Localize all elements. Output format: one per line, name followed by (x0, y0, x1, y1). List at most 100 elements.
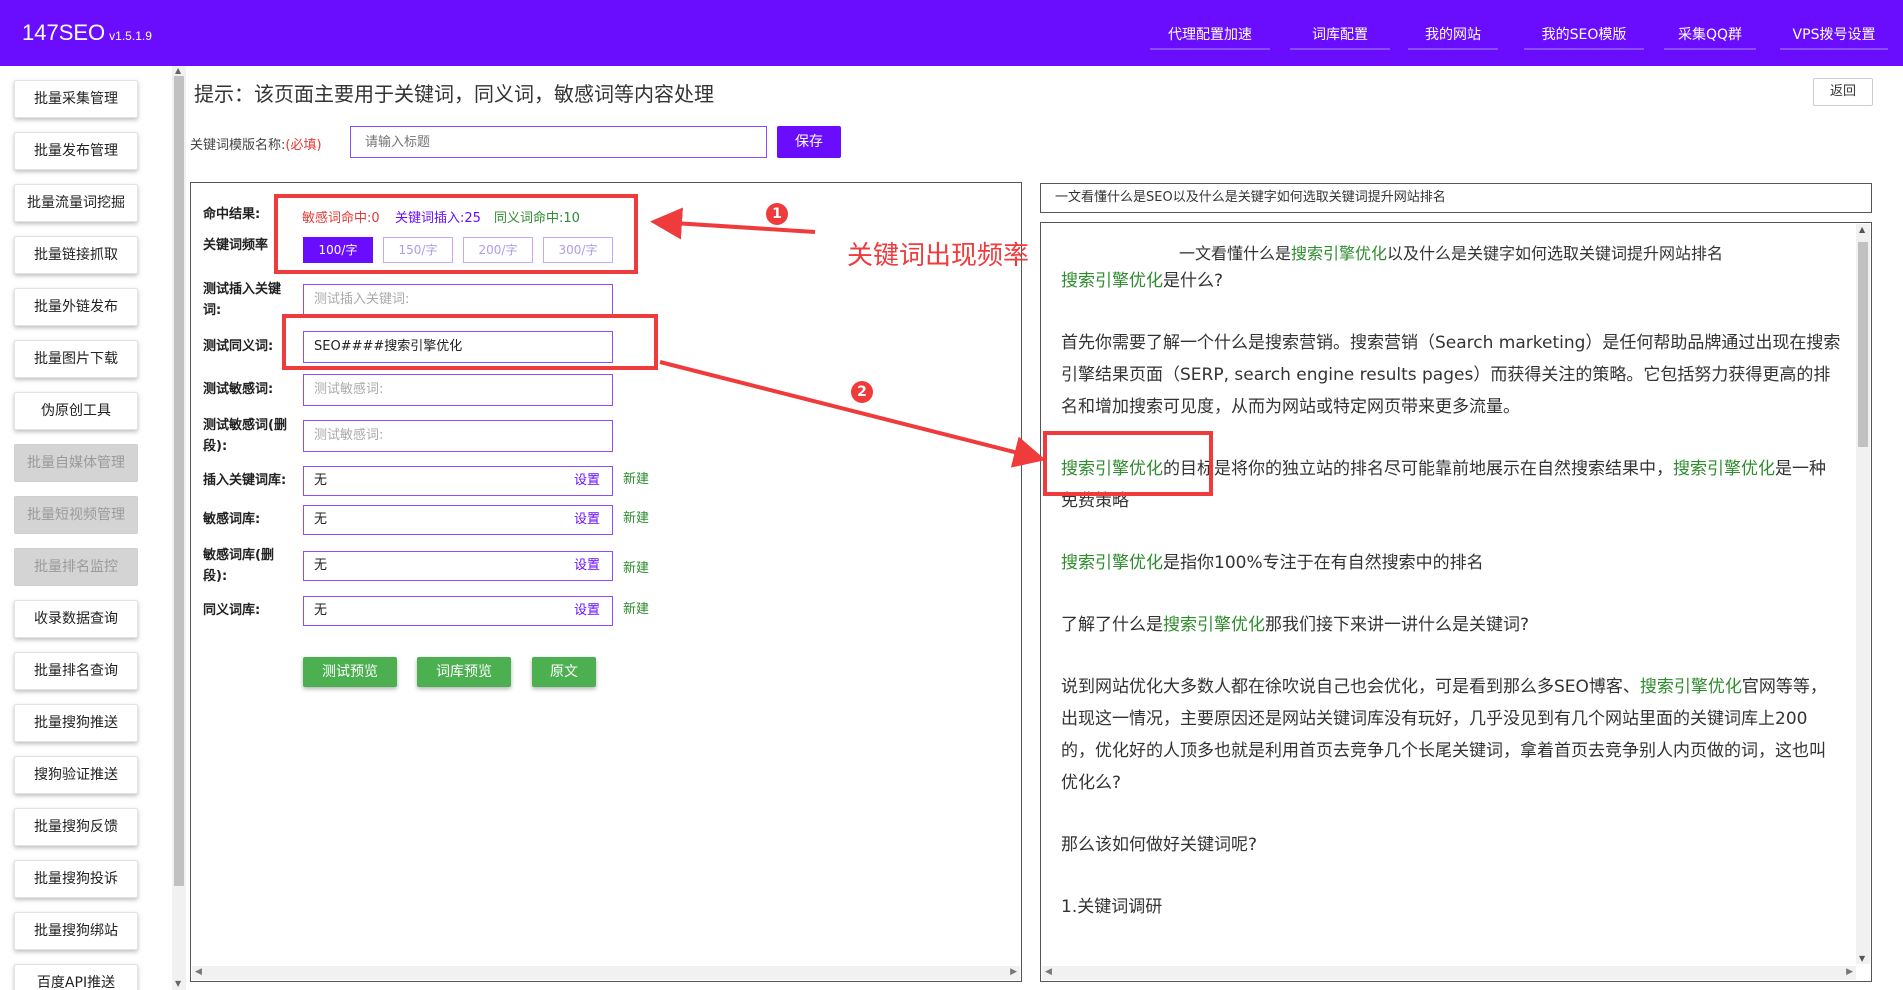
sidebar-item-batch-collect[interactable]: 批量采集管理 (14, 80, 138, 118)
sensitive-lib-new-link[interactable]: 新建 (623, 507, 649, 526)
article-hscrollbar[interactable]: ◀ ▶ (1042, 966, 1856, 980)
sidebar-item-batch-publish[interactable]: 批量发布管理 (14, 132, 138, 170)
test-preview-button[interactable]: 测试预览 (303, 657, 397, 687)
article-preview-panel: 一文看懂什么是搜索引擎优化以及什么是关键字如何选取关键词提升网站排名 搜索引擎优… (1040, 222, 1872, 982)
sensitive-lib-label: 敏感词库: (203, 512, 261, 527)
synonym-lib-set-link[interactable]: 设置 (574, 597, 600, 625)
sidebar-item-image-download[interactable]: 批量图片下载 (14, 340, 138, 378)
sensitive-lib-select[interactable]: 无 设置 (303, 505, 613, 535)
sidebar-item-index-query[interactable]: 收录数据查询 (14, 600, 138, 638)
article-heading: 一文看懂什么是搜索引擎优化以及什么是关键字如何选取关键词提升网站排名 (1061, 243, 1841, 265)
annotation-box-test-synonym (282, 314, 658, 370)
insert-keyword-lib-set-link[interactable]: 设置 (574, 467, 600, 495)
sensitive-del-lib-new-link[interactable]: 新建 (623, 557, 649, 576)
article-paragraph: 搜索引擎优化是指你100%专注于在有自然搜索中的排名 (1061, 547, 1841, 579)
nav-qq-group[interactable]: 采集QQ群 (1664, 24, 1756, 50)
sidebar-item-baidu-api-push[interactable]: 百度API推送 (14, 964, 138, 990)
nav-lexicon-config[interactable]: 词库配置 (1290, 24, 1390, 50)
sidebar-item-sogou-bind[interactable]: 批量搜狗绑站 (14, 912, 138, 950)
test-sensitive-label: 测试敏感词: (203, 382, 274, 397)
test-insert-keyword-label: 测试插入关键词: (203, 282, 282, 318)
test-synonym-label: 测试同义词: (203, 339, 274, 354)
top-bar: 147SEO v1.5.1.9 代理配置加速 词库配置 我的网站 我的SEO模版 … (0, 0, 1903, 66)
sensitive-lib-set-link[interactable]: 设置 (574, 506, 600, 534)
sidebar-item-rank-query[interactable]: 批量排名查询 (14, 652, 138, 690)
app-name: 147SEO (22, 20, 106, 45)
nav-my-seo-templates[interactable]: 我的SEO模版 (1524, 24, 1644, 50)
form-panel-hscrollbar[interactable]: ◀ ▶ (192, 966, 1020, 980)
back-button[interactable]: 返回 (1813, 78, 1873, 106)
sidebar-scrollbar[interactable]: ▲ ▼ (172, 66, 186, 990)
sidebar-item-link-crawl[interactable]: 批量链接抓取 (14, 236, 138, 274)
test-sensitive-input[interactable]: 测试敏感词: (303, 374, 613, 406)
annotation-box-synonym-result (1043, 431, 1213, 496)
sidebar-item-short-video: 批量短视频管理 (14, 496, 138, 534)
scroll-left-icon[interactable]: ◀ (195, 967, 202, 977)
test-sensitive-del-label: 测试敏感词(删段): (203, 418, 287, 454)
synonym-highlight: 搜索引擎优化 (1639, 677, 1742, 697)
article-title-box: 一文看懂什么是SEO以及什么是关键字如何选取关键词提升网站排名 (1040, 183, 1872, 213)
sidebar-item-traffic-mining[interactable]: 批量流量词挖掘 (14, 184, 138, 222)
save-button[interactable]: 保存 (777, 126, 841, 158)
sidebar-item-sogou-verify-push[interactable]: 搜狗验证推送 (14, 756, 138, 794)
page-tip: 提示：该页面主要用于关键词，同义词，敏感词等内容处理 (194, 82, 714, 106)
test-insert-keyword-input[interactable]: 测试插入关键词: (303, 284, 613, 316)
test-sensitive-del-input[interactable]: 测试敏感词: (303, 420, 613, 452)
synonym-lib-value: 无 (314, 603, 328, 618)
scroll-right-icon[interactable]: ▶ (1010, 967, 1017, 977)
nav-my-sites[interactable]: 我的网站 (1408, 24, 1498, 50)
paragraph-text: 是什么? (1163, 271, 1224, 291)
nav-proxy-config[interactable]: 代理配置加速 (1150, 24, 1270, 50)
insert-keyword-lib-select[interactable]: 无 设置 (303, 466, 613, 496)
sensitive-del-lib-select[interactable]: 无 设置 (303, 551, 613, 581)
scroll-left-icon[interactable]: ◀ (1045, 967, 1052, 977)
sensitive-lib-value: 无 (314, 512, 328, 527)
scroll-up-icon[interactable]: ▲ (1859, 225, 1865, 234)
article-paragraph: 首先你需要了解一个什么是搜索营销。搜索营销（Search marketing）是… (1061, 333, 1841, 417)
required-mark: (必填) (285, 138, 322, 153)
scroll-right-icon[interactable]: ▶ (1846, 967, 1853, 977)
sidebar-item-self-media: 批量自媒体管理 (14, 444, 138, 482)
synonym-lib-select[interactable]: 无 设置 (303, 596, 613, 626)
scroll-down-icon[interactable]: ▼ (175, 979, 181, 988)
sidebar-item-sogou-push[interactable]: 批量搜狗推送 (14, 704, 138, 742)
app-version: v1.5.1.9 (109, 29, 152, 43)
synonym-lib-new-link[interactable]: 新建 (623, 598, 649, 617)
synonym-highlight: 搜索引擎优化 (1061, 271, 1163, 291)
article-vscrollbar[interactable]: ▲ ▼ (1856, 224, 1870, 964)
paragraph-text: 是指你100%专注于在有自然搜索中的排名 (1163, 553, 1484, 573)
original-text-button[interactable]: 原文 (532, 657, 596, 687)
annotation-badge-2: 2 (851, 381, 873, 403)
article-paragraph: 1.关键词调研 (1061, 897, 1163, 917)
article-scroll-thumb[interactable] (1858, 242, 1868, 447)
sidebar: 批量采集管理 批量发布管理 批量流量词挖掘 批量链接抓取 批量外链发布 批量图片… (0, 66, 170, 990)
paragraph-text: 那我们接下来讲一讲什么是关键词? (1265, 615, 1530, 635)
synonym-highlight: 搜索引擎优化 (1673, 459, 1775, 479)
article-heading-post: 以及什么是关键字如何选取关键词提升网站排名 (1387, 244, 1724, 263)
insert-keyword-lib-new-link[interactable]: 新建 (623, 468, 649, 487)
sidebar-item-sogou-feedback[interactable]: 批量搜狗反馈 (14, 808, 138, 846)
sensitive-del-lib-set-link[interactable]: 设置 (574, 552, 600, 580)
article-heading-highlight: 搜索引擎优化 (1290, 244, 1387, 263)
sidebar-item-sogou-complaint[interactable]: 批量搜狗投诉 (14, 860, 138, 898)
annotation-box-hit-frequency (274, 194, 638, 274)
sidebar-item-pseudo-original[interactable]: 伪原创工具 (14, 392, 138, 430)
paragraph-text: 了解了什么是 (1061, 615, 1163, 635)
article-paragraph: 搜索引擎优化是什么? (1061, 265, 1841, 297)
sensitive-del-lib-value: 无 (314, 558, 328, 573)
app-logo: 147SEO v1.5.1.9 (22, 20, 152, 46)
article-content: 一文看懂什么是搜索引擎优化以及什么是关键字如何选取关键词提升网站排名 搜索引擎优… (1061, 243, 1841, 953)
sidebar-scroll-thumb[interactable] (174, 76, 184, 886)
lib-preview-button[interactable]: 词库预览 (417, 657, 511, 687)
hit-result-label: 命中结果: (203, 207, 261, 222)
annotation-badge-1: 1 (766, 203, 788, 225)
template-name-label-text: 关键词模版名称: (190, 138, 286, 153)
template-name-input[interactable] (350, 126, 767, 158)
scroll-up-icon[interactable]: ▲ (175, 66, 181, 75)
nav-vps-dial[interactable]: VPS拨号设置 (1780, 24, 1888, 50)
keyword-frequency-label: 关键词频率 (203, 238, 269, 253)
sidebar-item-backlink-publish[interactable]: 批量外链发布 (14, 288, 138, 326)
scroll-down-icon[interactable]: ▼ (1859, 954, 1865, 963)
synonym-lib-label: 同义词库: (203, 603, 261, 618)
article-paragraph: 了解了什么是搜索引擎优化那我们接下来讲一讲什么是关键词? (1061, 609, 1841, 641)
